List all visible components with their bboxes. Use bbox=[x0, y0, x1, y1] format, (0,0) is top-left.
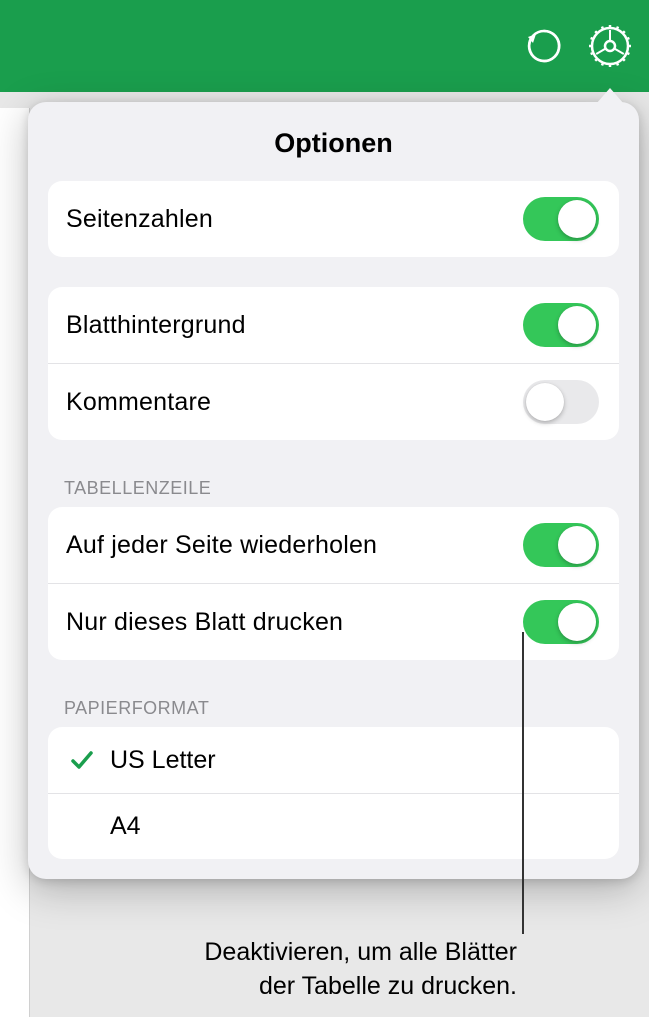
toggle-repeat-each-page[interactable] bbox=[523, 523, 599, 567]
group-general: Seitenzahlen bbox=[48, 181, 619, 257]
label-paper-a4: A4 bbox=[102, 812, 141, 841]
callout-line2: der Tabelle zu drucken. bbox=[204, 970, 517, 1004]
top-toolbar bbox=[0, 0, 649, 92]
settings-gear-icon bbox=[587, 23, 633, 69]
row-sheet-background: Blatthintergrund bbox=[48, 287, 619, 363]
checkmark-slot bbox=[62, 746, 102, 774]
callout-text: Deaktivieren, um alle Blätter der Tabell… bbox=[204, 936, 517, 1004]
checkmark-icon bbox=[68, 746, 96, 774]
group-paperformat: US Letter A4 bbox=[48, 727, 619, 859]
sheet-edge-left bbox=[0, 108, 30, 1017]
label-comments: Kommentare bbox=[66, 388, 211, 417]
popover-title: Optionen bbox=[28, 102, 639, 181]
label-print-this-sheet-only: Nur dieses Blatt drucken bbox=[66, 608, 343, 637]
toggle-comments[interactable] bbox=[523, 380, 599, 424]
toggle-page-numbers[interactable] bbox=[523, 197, 599, 241]
group-tablerow: Auf jeder Seite wiederholen Nur dieses B… bbox=[48, 507, 619, 660]
label-sheet-background: Blatthintergrund bbox=[66, 311, 246, 340]
toggle-sheet-background[interactable] bbox=[523, 303, 599, 347]
label-paper-us-letter: US Letter bbox=[102, 746, 216, 775]
undo-button[interactable] bbox=[519, 21, 569, 71]
row-paper-a4[interactable]: A4 bbox=[48, 793, 619, 859]
label-page-numbers: Seitenzahlen bbox=[66, 205, 213, 234]
callout-leader-line bbox=[522, 632, 524, 934]
section-header-tablerow: Tabellenzeile bbox=[28, 440, 639, 507]
row-paper-us-letter[interactable]: US Letter bbox=[48, 727, 619, 793]
options-popover: Optionen Seitenzahlen Blatthintergrund K… bbox=[28, 102, 639, 879]
group-background-comments: Blatthintergrund Kommentare bbox=[48, 287, 619, 440]
settings-button[interactable] bbox=[585, 21, 635, 71]
row-comments: Kommentare bbox=[48, 363, 619, 440]
toggle-print-this-sheet-only[interactable] bbox=[523, 600, 599, 644]
row-repeat-each-page: Auf jeder Seite wiederholen bbox=[48, 507, 619, 583]
popover-arrow bbox=[596, 88, 624, 104]
row-page-numbers: Seitenzahlen bbox=[48, 181, 619, 257]
label-repeat-each-page: Auf jeder Seite wiederholen bbox=[66, 531, 377, 560]
row-print-this-sheet-only: Nur dieses Blatt drucken bbox=[48, 583, 619, 660]
undo-icon bbox=[524, 26, 564, 66]
callout-line1: Deaktivieren, um alle Blätter bbox=[204, 936, 517, 970]
section-header-paperformat: Papierformat bbox=[28, 660, 639, 727]
